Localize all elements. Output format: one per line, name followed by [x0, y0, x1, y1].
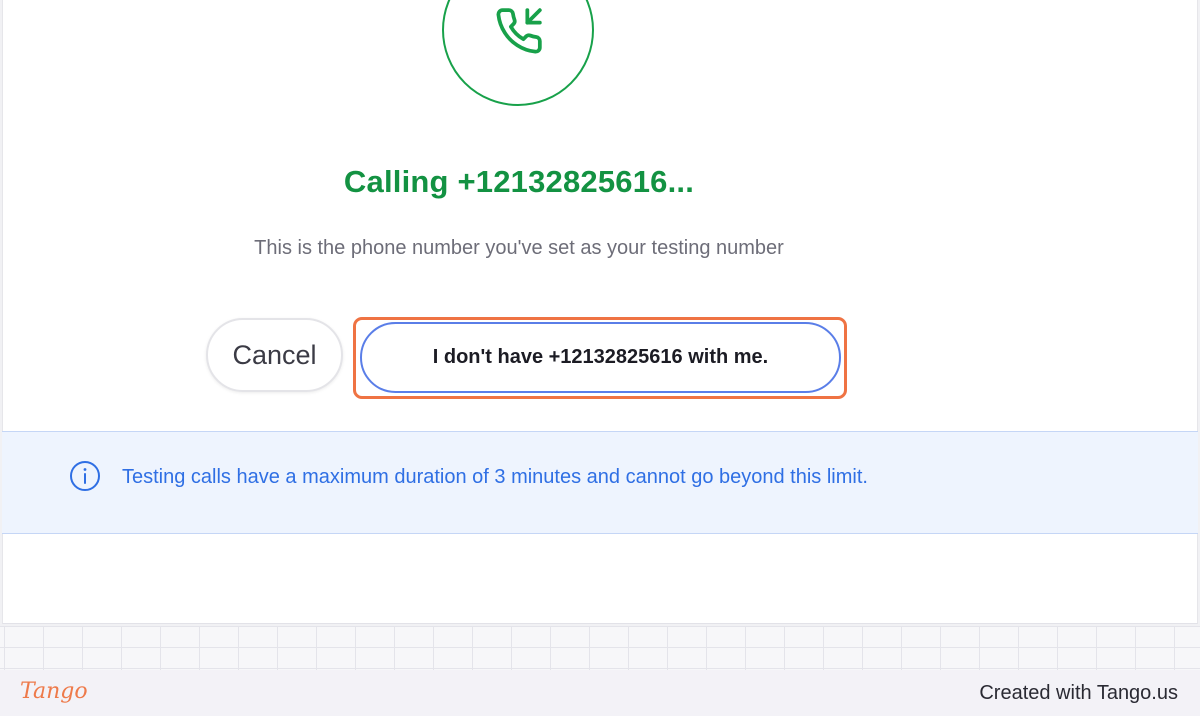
testing-number-subtitle: This is the phone number you've set as y… — [254, 237, 784, 259]
phone-incoming-icon — [496, 8, 542, 54]
screenshot-stage: Calling +12132825616... This is the phon… — [0, 0, 1200, 716]
info-banner-text: Testing calls have a maximum duration of… — [122, 466, 868, 488]
tango-footer: Tango Created with Tango.us — [0, 670, 1200, 716]
phone-icon-circle — [442, 0, 594, 106]
cancel-button[interactable]: Cancel — [206, 318, 343, 392]
background-grid — [0, 626, 1200, 670]
footer-credit: Created with Tango.us — [979, 682, 1178, 704]
info-banner: Testing calls have a maximum duration of… — [2, 431, 1198, 534]
no-phone-button[interactable]: I don't have +12132825616 with me. — [360, 322, 841, 393]
calling-title: Calling +12132825616... — [343, 164, 695, 199]
tango-logo: Tango — [20, 679, 88, 704]
info-icon — [70, 461, 100, 491]
